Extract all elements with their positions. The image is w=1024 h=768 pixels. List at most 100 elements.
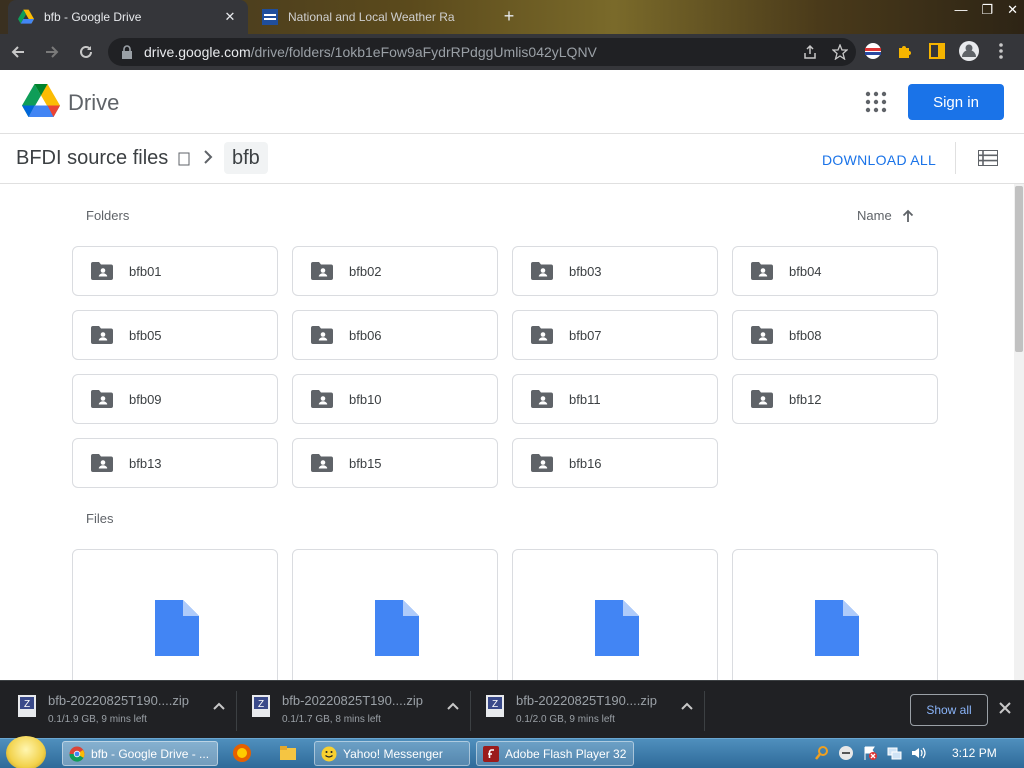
bookmark-star-icon[interactable] bbox=[832, 44, 848, 60]
folder-name: bfb10 bbox=[349, 391, 382, 407]
tab-weather[interactable]: National and Local Weather Ra bbox=[252, 0, 492, 34]
shared-folder-icon bbox=[531, 326, 553, 344]
file-card[interactable] bbox=[512, 549, 718, 680]
shared-folder-icon bbox=[531, 262, 553, 280]
folder-card[interactable]: bfb05 bbox=[72, 310, 278, 360]
folder-card[interactable]: bfb12 bbox=[732, 374, 938, 424]
folder-card[interactable]: bfb11 bbox=[512, 374, 718, 424]
shared-folder-icon bbox=[311, 326, 333, 344]
divider bbox=[955, 142, 956, 174]
shared-folder-icon bbox=[531, 454, 553, 472]
shared-folder-icon bbox=[91, 454, 113, 472]
lock-icon bbox=[122, 45, 132, 59]
folder-card[interactable]: bfb09 bbox=[72, 374, 278, 424]
yahoo-messenger-icon bbox=[321, 746, 337, 761]
forward-button[interactable] bbox=[36, 36, 68, 68]
folder-name: bfb01 bbox=[129, 263, 162, 279]
sign-in-button[interactable]: Sign in bbox=[908, 84, 1004, 120]
scrollbar-thumb[interactable] bbox=[1015, 186, 1023, 352]
tab-title: bfb - Google Drive bbox=[44, 10, 142, 24]
folder-card[interactable]: bfb15 bbox=[292, 438, 498, 488]
show-all-downloads-button[interactable]: Show all bbox=[910, 694, 988, 726]
share-icon[interactable] bbox=[802, 44, 818, 60]
address-bar[interactable]: drive.google.com/drive/folders/1okb1eFow… bbox=[108, 38, 856, 66]
folder-card[interactable]: bfb07 bbox=[512, 310, 718, 360]
search-tray-icon[interactable] bbox=[814, 745, 830, 761]
chevron-up-icon[interactable] bbox=[212, 701, 226, 711]
close-window-icon[interactable]: ✕ bbox=[1007, 2, 1018, 18]
chevron-up-icon[interactable] bbox=[446, 701, 460, 711]
folder-name: bfb09 bbox=[129, 391, 162, 407]
folder-card[interactable]: bfb10 bbox=[292, 374, 498, 424]
breadcrumb-current[interactable]: bfb bbox=[224, 142, 268, 174]
google-drive-logo[interactable] bbox=[22, 84, 60, 118]
minimize-icon[interactable]: — bbox=[954, 2, 967, 18]
folder-name: bfb06 bbox=[349, 327, 382, 343]
file-card[interactable] bbox=[732, 549, 938, 680]
side-panel-icon[interactable] bbox=[926, 40, 948, 62]
tab-close-icon[interactable]: ✕ bbox=[222, 9, 238, 25]
folder-card[interactable]: bfb04 bbox=[732, 246, 938, 296]
folder-card[interactable]: bfb03 bbox=[512, 246, 718, 296]
folder-card[interactable]: bfb01 bbox=[72, 246, 278, 296]
shared-folder-icon bbox=[91, 390, 113, 408]
folder-card[interactable]: bfb06 bbox=[292, 310, 498, 360]
file-card[interactable] bbox=[72, 549, 278, 680]
folder-name: bfb16 bbox=[569, 455, 602, 471]
taskbar-item-flash-player[interactable]: Adobe Flash Player 32 bbox=[476, 741, 634, 766]
taskbar-item-yahoo-messenger[interactable]: Yahoo! Messenger bbox=[314, 741, 470, 766]
folder-card[interactable]: bfb16 bbox=[512, 438, 718, 488]
folders-section-label: Folders bbox=[86, 208, 130, 223]
close-shelf-icon[interactable] bbox=[998, 701, 1012, 715]
taskbar-item-label: Yahoo! Messenger bbox=[343, 746, 443, 761]
folder-name: bfb11 bbox=[569, 391, 601, 407]
shared-folder-icon bbox=[311, 390, 333, 408]
download-item[interactable]: Zbfb-20220825T190....zip 0.1/1.7 GB, 8 mi… bbox=[252, 689, 482, 731]
zip-file-icon: Z bbox=[486, 695, 504, 717]
file-card[interactable] bbox=[292, 549, 498, 680]
svg-text:Z: Z bbox=[24, 699, 30, 710]
reload-button[interactable] bbox=[70, 36, 102, 68]
list-view-icon[interactable] bbox=[978, 150, 998, 166]
file-explorer-icon[interactable] bbox=[278, 743, 298, 763]
download-all-button[interactable]: DOWNLOAD ALL bbox=[822, 152, 936, 168]
sort-label: Name bbox=[857, 208, 892, 223]
google-drive-icon bbox=[18, 9, 34, 24]
flash-player-icon bbox=[483, 745, 499, 762]
chevron-up-icon[interactable] bbox=[680, 701, 694, 711]
file-icon bbox=[815, 600, 859, 656]
tray-status-icon[interactable] bbox=[838, 745, 854, 761]
folder-card[interactable]: bfb13 bbox=[72, 438, 278, 488]
firefox-icon[interactable] bbox=[232, 743, 252, 763]
chrome-icon bbox=[69, 746, 85, 762]
network-icon[interactable] bbox=[886, 745, 902, 761]
back-button[interactable] bbox=[2, 36, 34, 68]
browser-menu-icon[interactable] bbox=[990, 40, 1012, 62]
taskbar-clock[interactable]: 3:12 PM bbox=[952, 746, 997, 760]
breadcrumb-root[interactable]: BFDI source files bbox=[16, 147, 168, 170]
download-item[interactable]: Zbfb-20220825T190....zip 0.1/1.9 GB, 9 mi… bbox=[18, 689, 248, 731]
folder-card[interactable]: bfb02 bbox=[292, 246, 498, 296]
file-browser-content: Folders Name bfb01 bfb02 bfb03 bfb04 bfb05 bf… bbox=[0, 184, 1014, 680]
maximize-icon[interactable]: ❐ bbox=[981, 2, 993, 18]
folder-name: bfb07 bbox=[569, 327, 602, 343]
google-apps-icon[interactable] bbox=[864, 90, 888, 114]
sort-by-name-button[interactable]: Name bbox=[857, 208, 914, 223]
start-button[interactable] bbox=[6, 736, 46, 768]
download-item[interactable]: Zbfb-20220825T190....zip 0.1/2.0 GB, 9 mi… bbox=[486, 689, 716, 731]
volume-icon[interactable] bbox=[910, 745, 926, 761]
folder-card[interactable]: bfb08 bbox=[732, 310, 938, 360]
tab-google-drive[interactable]: bfb - Google Drive ✕ bbox=[8, 0, 248, 34]
file-icon bbox=[595, 600, 639, 656]
new-tab-button[interactable]: + bbox=[498, 6, 520, 28]
file-icon bbox=[375, 600, 419, 656]
taskbar-item-chrome[interactable]: bfb - Google Drive - ... bbox=[62, 741, 218, 766]
action-center-flag-icon[interactable] bbox=[862, 745, 878, 761]
folder-name: bfb12 bbox=[789, 391, 822, 407]
arrow-right-icon bbox=[46, 46, 59, 58]
arrow-up-icon bbox=[902, 209, 913, 222]
taskbar-item-label: bfb - Google Drive - ... bbox=[91, 746, 210, 761]
profile-avatar-icon[interactable] bbox=[958, 40, 980, 62]
extension-flag-icon[interactable] bbox=[862, 40, 884, 62]
extensions-puzzle-icon[interactable] bbox=[894, 40, 916, 62]
